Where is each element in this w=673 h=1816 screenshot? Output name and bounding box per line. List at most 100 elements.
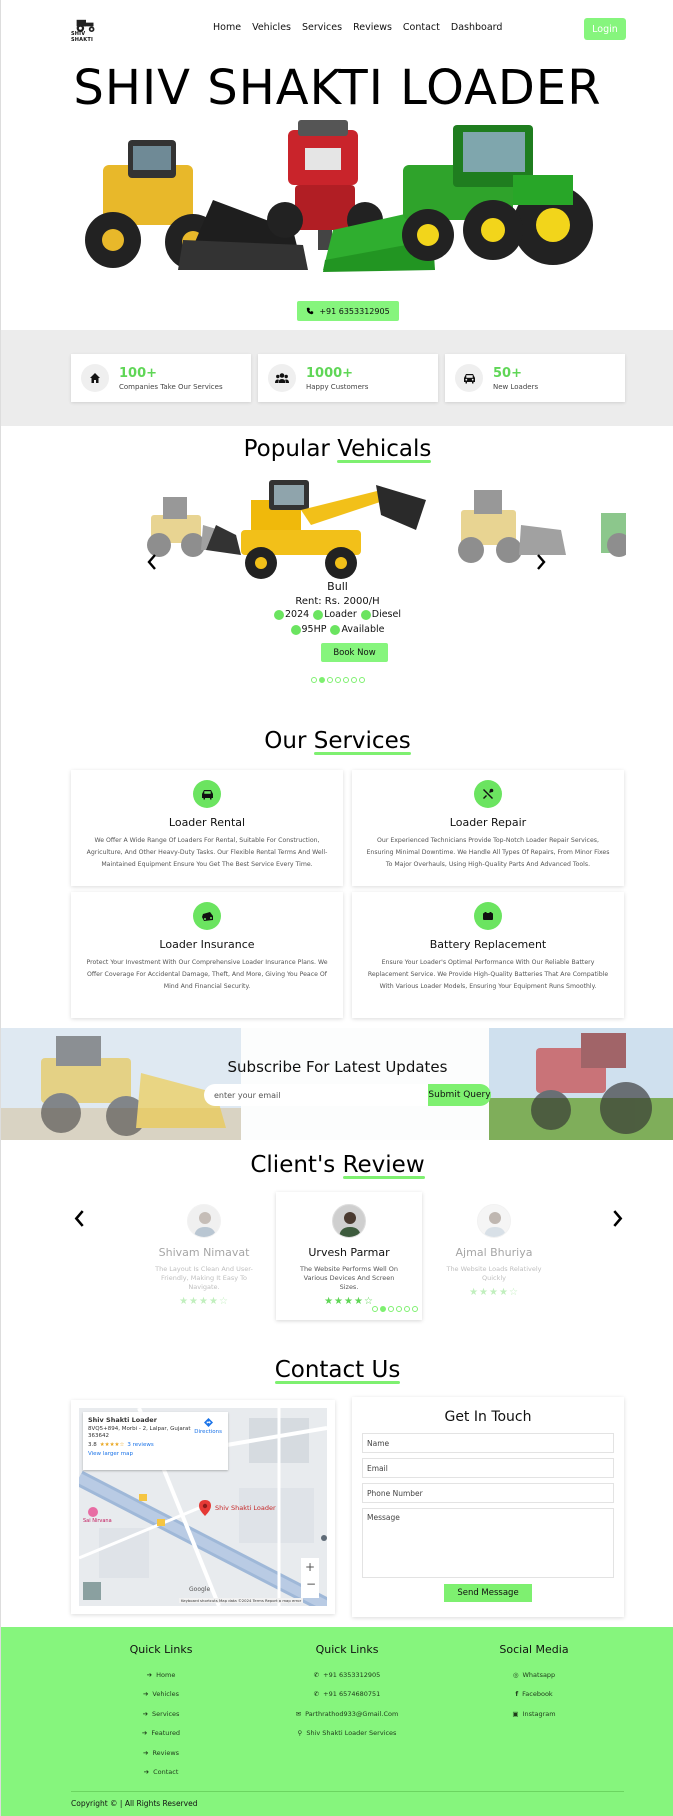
carousel-indicator[interactable] (350, 677, 357, 683)
phone-field[interactable]: Phone Number (362, 1483, 614, 1503)
map-info-card: Shiv Shakti Loader 8VQ5+894, Morbi - 2, … (83, 1412, 228, 1470)
nav-home[interactable]: Home (213, 22, 241, 33)
footer-location[interactable]: ⚲ Shiv Shakti Loader Services (277, 1724, 417, 1744)
login-button[interactable]: Login (584, 18, 626, 40)
phone-button[interactable]: +91 6353312905 (297, 301, 399, 321)
carousel-indicator[interactable] (318, 677, 325, 683)
carousel-indicator[interactable] (310, 677, 317, 683)
footer-instagram[interactable]: ▣ Instagram (484, 1704, 584, 1724)
footer-link-services[interactable]: ➔ Services (101, 1704, 221, 1724)
footer-col-title: Quick Links (315, 1643, 379, 1656)
footer-col-title: Social Media (499, 1643, 569, 1656)
map-pin-icon (199, 1500, 211, 1516)
review-text: The Layout Is Clean And User-Friendly, M… (155, 1265, 253, 1291)
map-zoom-out[interactable]: − (306, 1577, 316, 1591)
carousel-indicator[interactable] (326, 677, 333, 683)
directions-icon (203, 1418, 213, 1427)
carousel-indicator[interactable] (412, 1306, 418, 1312)
nav-vehicles[interactable]: Vehicles (252, 22, 291, 33)
map-address: 8VQ5+894, Morbi - 2, Lalpar, Gujarat 363… (88, 1426, 191, 1439)
vehicle-tags-row1: 2024 Loader Diesel (1, 609, 673, 620)
send-message-button[interactable]: Send Message (444, 1584, 532, 1602)
map-directions[interactable]: Directions (194, 1418, 222, 1435)
logo[interactable]: SHIV SHAKTI (71, 17, 101, 43)
avatar (477, 1204, 511, 1238)
carousel-indicator[interactable] (372, 1306, 378, 1312)
footer-link-contact[interactable]: ➔ Contact (101, 1763, 221, 1783)
footer-facebook[interactable]: f Facebook (484, 1685, 584, 1705)
service-description: Protect Your Investment With Our Compreh… (86, 959, 328, 990)
subscribe-email-input[interactable]: enter your email (204, 1084, 428, 1106)
review-stars: ★★★★☆ (469, 1287, 519, 1298)
map-reviews-link[interactable]: 3 reviews (127, 1442, 153, 1448)
chevron-right-icon (612, 1209, 622, 1227)
carousel-indicator[interactable] (358, 677, 365, 683)
vehicle-tag: Loader (313, 609, 357, 620)
carousel-indicator[interactable] (334, 677, 341, 683)
location-icon: ⚲ (297, 1729, 303, 1738)
submit-query-button[interactable]: Submit Query (428, 1084, 491, 1106)
logo-text: SHIV SHAKTI (71, 31, 94, 43)
arrow-right-icon: ➔ (142, 1690, 149, 1699)
review-carousel-indicators (276, 1306, 422, 1312)
carousel-indicator[interactable] (380, 1306, 386, 1312)
footer-phone-2[interactable]: ✆ +91 6574680751 (277, 1685, 417, 1705)
carousel-indicator[interactable] (396, 1306, 402, 1312)
contact-form: Get In Touch Name Email Phone Number Mes… (352, 1397, 624, 1617)
service-title: Loader Insurance (159, 938, 255, 951)
copyright: Copyright © | All Rights Reserved (71, 1799, 198, 1808)
service-title: Loader Rental (168, 816, 246, 829)
reviewer-name: Shivam Nimavat (158, 1246, 250, 1259)
carousel-indicator[interactable] (388, 1306, 394, 1312)
nav-contact[interactable]: Contact (403, 22, 440, 33)
footer-phone-1[interactable]: ✆ +91 6353312905 (277, 1665, 417, 1685)
name-field[interactable]: Name (362, 1433, 614, 1453)
vehicle-prev-arrow[interactable] (144, 554, 160, 570)
footer-link-home[interactable]: ➔ Home (101, 1665, 221, 1685)
services-title-b: Services (313, 728, 411, 755)
review-card: Ajmal Bhuriya The Website Loads Relative… (421, 1192, 567, 1320)
stat-value: 1000+ (306, 365, 354, 381)
footer-link-featured[interactable]: ➔ Featured (101, 1724, 221, 1744)
phone-icon (307, 307, 314, 315)
book-now-button[interactable]: Book Now (321, 643, 388, 662)
map-pin[interactable] (199, 1500, 211, 1520)
stat-card-customers: 1000+ Happy Customers (258, 354, 438, 402)
carousel-indicator[interactable] (342, 677, 349, 683)
tractor-logo-icon (76, 19, 95, 32)
email-field[interactable]: Email (362, 1458, 614, 1478)
map-zoom-in[interactable]: + (305, 1560, 315, 1574)
car-icon (193, 780, 221, 808)
google-map[interactable]: Shiv Shakti Loader 8VQ5+894, Morbi - 2, … (79, 1408, 327, 1606)
home-icon (81, 364, 109, 392)
nav-services[interactable]: Services (302, 22, 342, 33)
car-icon (455, 364, 483, 392)
message-field[interactable]: Message (362, 1508, 614, 1578)
footer-whatsapp[interactable]: ◎ Whatsapp (484, 1665, 584, 1685)
nav-reviews[interactable]: Reviews (353, 22, 392, 33)
service-description: Ensure Your Loader's Optimal Performance… (367, 959, 609, 990)
footer-link-reviews[interactable]: ➔ Reviews (101, 1743, 221, 1763)
avatar (332, 1204, 366, 1238)
vehicle-next-arrow[interactable] (533, 554, 549, 570)
vehicles-title-a: Popular (243, 436, 330, 462)
footer-link-vehicles[interactable]: ➔ Vehicles (101, 1685, 221, 1705)
service-description: We Offer A Wide Range Of Loaders For Ren… (86, 837, 328, 868)
review-card: Shivam Nimavat The Layout Is Clean And U… (131, 1192, 277, 1320)
subscribe-title: Subscribe For Latest Updates (227, 1058, 448, 1076)
arrow-right-icon: ➔ (143, 1768, 150, 1777)
map-larger-link[interactable]: View larger map (88, 1451, 223, 1457)
vehicle-tag: Available (330, 624, 384, 635)
footer-email[interactable]: ✉ Parthrathod933@Gmail.Com (277, 1704, 417, 1724)
review-next-arrow[interactable] (609, 1209, 625, 1227)
nav-dashboard[interactable]: Dashboard (451, 22, 503, 33)
service-card-battery: Battery Replacement Ensure Your Loader's… (352, 892, 624, 1018)
page: SHIV SHAKTI Home Vehicles Services Revie… (1, 0, 673, 1816)
car-crash-icon (193, 902, 221, 930)
arrow-right-icon: ➔ (146, 1670, 153, 1679)
review-prev-arrow[interactable] (71, 1209, 87, 1227)
vehicle-tag: 2024 (274, 609, 309, 620)
instagram-icon: ▣ (512, 1709, 519, 1718)
carousel-indicator[interactable] (404, 1306, 410, 1312)
contact-title-text: Contact Us (274, 1357, 401, 1384)
